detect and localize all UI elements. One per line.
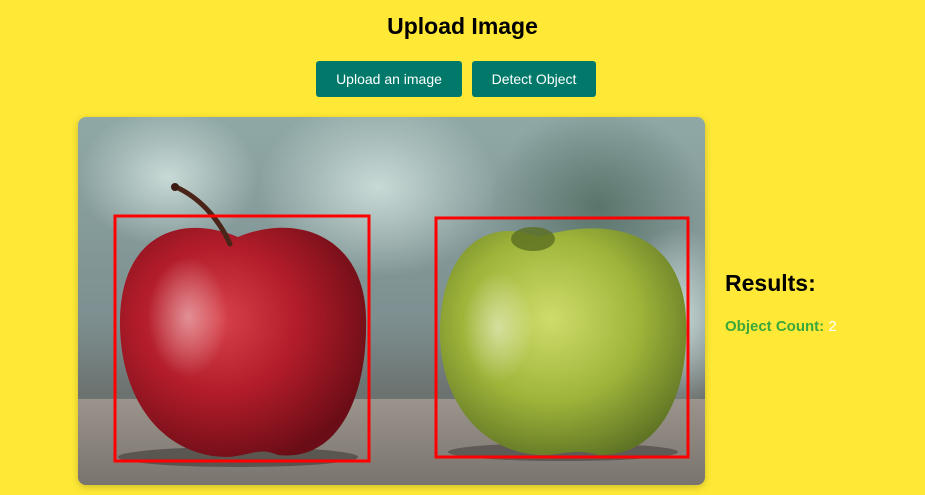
page-title: Upload Image (387, 13, 538, 39)
results-heading: Results: (725, 270, 816, 296)
object-count-row: Object Count: 2 (725, 318, 837, 335)
detect-object-button[interactable]: Detect Object (472, 61, 596, 97)
object-count-label: Object Count: (725, 318, 825, 335)
object-count-value: 2 (828, 318, 837, 335)
page: Upload Image Upload an image Detect Obje… (0, 0, 925, 495)
green-apple (439, 227, 687, 456)
uploaded-image (78, 117, 705, 485)
upload-image-button[interactable]: Upload an image (316, 61, 462, 97)
